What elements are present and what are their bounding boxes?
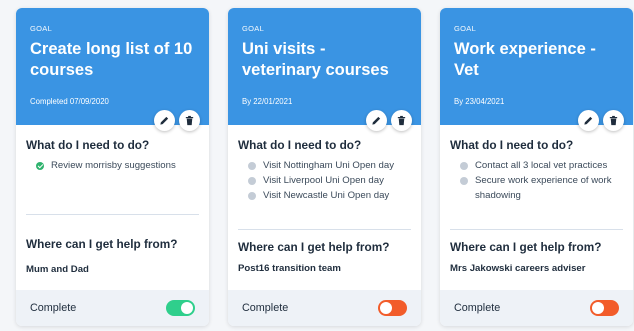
goal-title: Create long list of 10 courses [30,40,193,79]
goal-card-footer: Complete [228,290,421,326]
complete-label: Complete [30,302,77,314]
toggle-knob [181,302,193,314]
pencil-icon [160,116,169,125]
need-item-text: Review morrisby suggestions [51,160,176,171]
complete-label: Complete [242,302,289,314]
divider [238,229,411,230]
pencil-icon [584,116,593,125]
pencil-icon [372,116,381,125]
goal-actions [366,110,412,131]
need-item: Visit Newcastle Uni Open day [248,188,413,203]
need-item-text: Visit Newcastle Uni Open day [263,190,390,201]
pending-dot-icon [248,176,256,185]
need-section-title: What do I need to do? [26,138,150,152]
goal-title: Work experience - Vet [454,40,596,79]
goal-card: GOAL Uni visits - veterinary courses By … [228,8,421,326]
edit-goal-button[interactable] [154,110,175,131]
help-value: Post16 transition team [238,263,341,274]
help-section-title: Where can I get help from? [26,237,178,251]
pending-dot-icon [460,176,468,185]
need-item: Secure work experience of work shadowing [460,173,625,203]
trash-icon [609,115,618,126]
goal-actions [578,110,624,131]
complete-toggle[interactable] [590,300,619,316]
goal-card-header: GOAL Work experience - Vet By 23/04/2021 [440,8,633,125]
need-item: Contact all 3 local vet practices [460,158,625,173]
goal-card-footer: Complete [16,290,209,326]
complete-toggle[interactable] [166,300,195,316]
goal-card: GOAL Create long list of 10 courses Comp… [16,8,209,326]
pending-dot-icon [248,191,256,200]
divider [450,229,623,230]
goal-card-header: GOAL Uni visits - veterinary courses By … [228,8,421,125]
delete-goal-button[interactable] [179,110,200,131]
goal-actions [154,110,200,131]
need-item: Visit Liverpool Uni Open day [248,173,413,188]
pending-dot-icon [460,161,468,170]
need-item-text: Secure work experience of work shadowing [475,175,612,201]
help-section-title: Where can I get help from? [238,240,390,254]
trash-icon [185,115,194,126]
check-icon [36,161,44,170]
need-item: Review morrisby suggestions [36,158,201,173]
need-list: Visit Nottingham Uni Open day Visit Live… [248,158,413,203]
delete-goal-button[interactable] [603,110,624,131]
help-value: Mrs Jakowski careers adviser [450,263,586,274]
goal-tag: GOAL [30,24,53,33]
need-item-text: Contact all 3 local vet practices [475,160,608,171]
help-value: Mum and Dad [26,264,89,275]
need-item: Visit Nottingham Uni Open day [248,158,413,173]
need-list: Contact all 3 local vet practices Secure… [460,158,625,203]
goal-date: Completed 07/09/2020 [30,97,109,106]
goal-date: By 23/04/2021 [454,97,505,106]
divider [26,214,199,215]
need-item-text: Visit Liverpool Uni Open day [263,175,384,186]
complete-toggle[interactable] [378,300,407,316]
goal-title: Uni visits - veterinary courses [242,40,389,79]
goal-tag: GOAL [454,24,477,33]
goal-date: By 22/01/2021 [242,97,293,106]
need-item-text: Visit Nottingham Uni Open day [263,160,395,171]
need-list: Review morrisby suggestions [36,158,201,173]
edit-goal-button[interactable] [366,110,387,131]
delete-goal-button[interactable] [391,110,412,131]
toggle-knob [592,302,604,314]
toggle-knob [380,302,392,314]
help-section-title: Where can I get help from? [450,240,602,254]
goal-card-footer: Complete [440,290,633,326]
need-section-title: What do I need to do? [238,138,362,152]
complete-label: Complete [454,302,501,314]
trash-icon [397,115,406,126]
need-section-title: What do I need to do? [450,138,574,152]
pending-dot-icon [248,161,256,170]
edit-goal-button[interactable] [578,110,599,131]
goal-card: GOAL Work experience - Vet By 23/04/2021… [440,8,633,326]
goal-tag: GOAL [242,24,265,33]
goal-card-header: GOAL Create long list of 10 courses Comp… [16,8,209,125]
